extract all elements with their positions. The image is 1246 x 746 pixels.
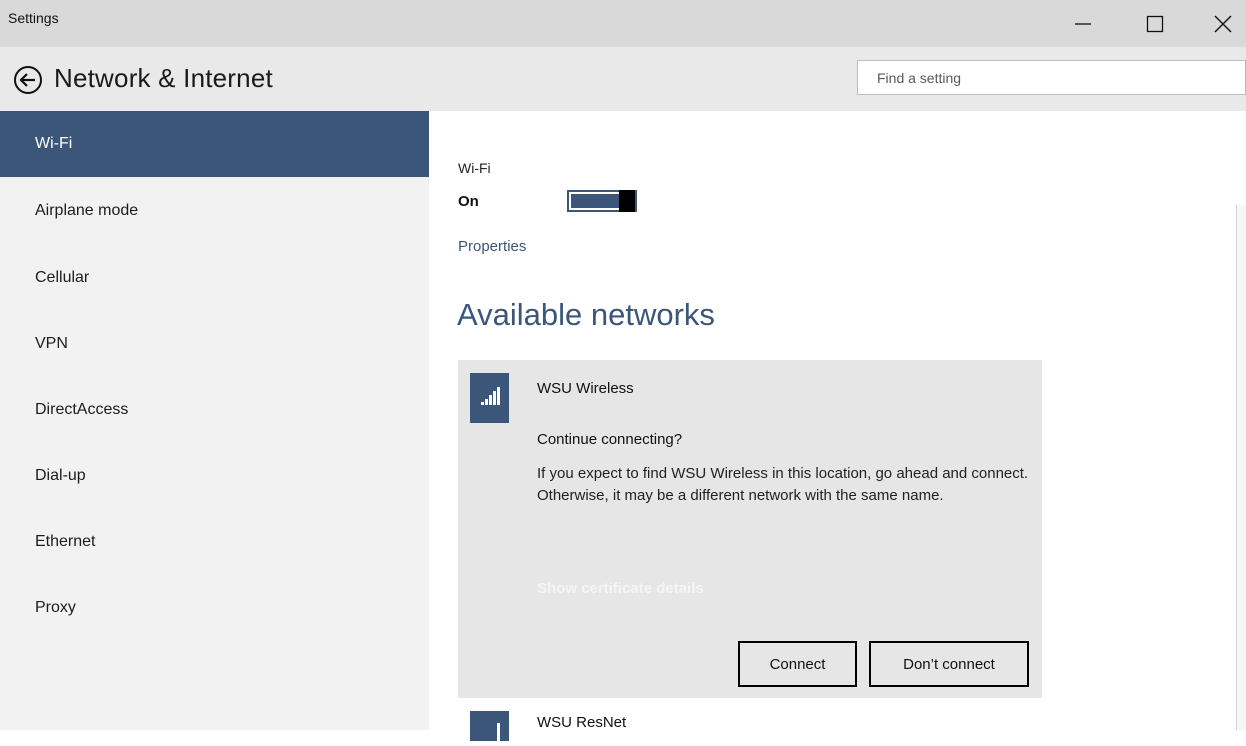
wifi-label: Wi-Fi [458,160,491,176]
maximize-button[interactable] [1132,0,1178,47]
page-header: Network & Internet [0,47,1246,111]
network-description: If you expect to find WSU Wireless in th… [537,465,1029,504]
close-button[interactable] [1200,0,1246,47]
maximize-icon [1146,15,1164,32]
close-icon [1214,15,1232,32]
network-name[interactable]: WSU ResNet [537,714,626,731]
sidebar-item-proxy[interactable]: Proxy [0,575,429,641]
window-title: Settings [8,10,59,26]
scrollbar[interactable] [1236,205,1246,730]
wifi-toggle[interactable] [567,190,637,212]
continue-question: Continue connecting? [537,431,683,448]
sidebar-item-cellular[interactable]: Cellular [0,245,429,311]
network-signal-tile [470,711,509,741]
title-bar: Settings [0,0,1246,47]
back-arrow-icon [14,66,42,94]
wifi-signal-icon [497,723,500,741]
wifi-state: On [458,193,479,210]
back-button[interactable] [13,65,43,95]
minimize-icon [1075,22,1091,25]
show-certificate-link[interactable]: Show certificate details [537,580,704,597]
toggle-fill [571,194,619,208]
sidebar-item-wifi[interactable]: Wi-Fi [0,111,429,177]
wifi-signal-icon [481,387,500,405]
sidebar-item-directaccess[interactable]: DirectAccess [0,377,429,443]
toggle-knob [619,190,635,212]
available-networks-heading: Available networks [457,297,715,332]
sidebar-item-vpn[interactable]: VPN [0,311,429,377]
network-signal-tile [470,373,509,423]
network-name: WSU Wireless [537,380,634,397]
page-title: Network & Internet [54,63,273,93]
connect-button[interactable]: Connect [738,641,857,687]
sidebar-item-ethernet[interactable]: Ethernet [0,509,429,575]
properties-link[interactable]: Properties [458,238,526,255]
dont-connect-button[interactable]: Don’t connect [869,641,1029,687]
minimize-button[interactable] [1060,0,1106,47]
sidebar-item-dial-up[interactable]: Dial-up [0,443,429,509]
sidebar-item-airplane-mode[interactable]: Airplane mode [0,178,429,244]
search-input[interactable] [857,60,1246,95]
sidebar: Wi-Fi Airplane mode Cellular VPN DirectA… [0,111,429,730]
